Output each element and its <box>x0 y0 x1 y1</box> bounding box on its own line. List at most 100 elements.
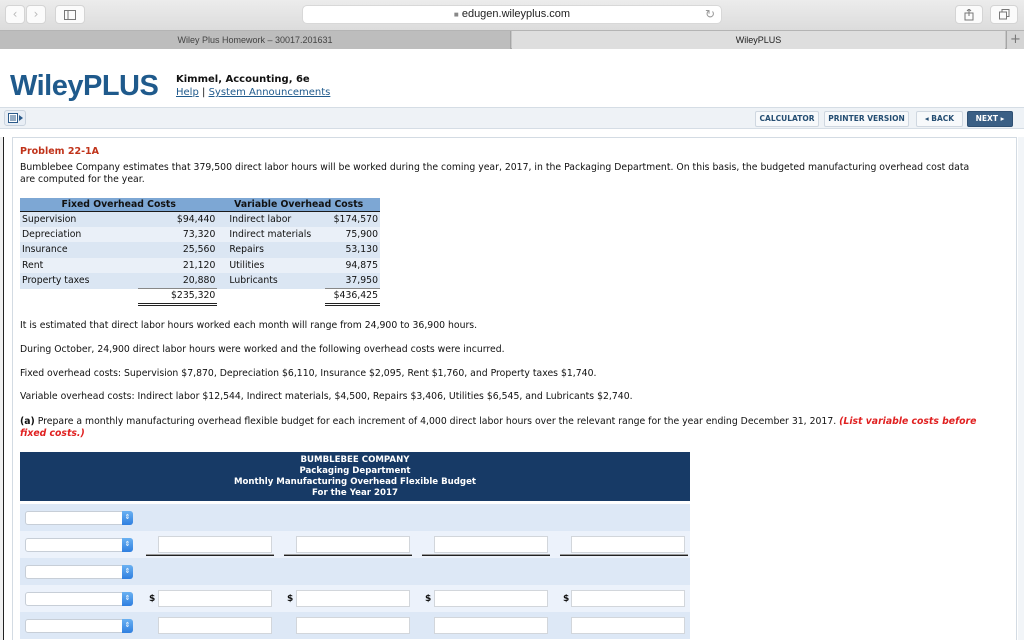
budget-row: ⇕ <box>20 558 690 585</box>
share-button[interactable] <box>955 5 983 24</box>
course-title: Kimmel, Accounting, 6e <box>176 74 310 85</box>
select-arrows-icon: ⇕ <box>122 511 133 525</box>
printer-version-button[interactable]: PRINTER VERSION <box>824 111 909 127</box>
line-item-select[interactable]: ⇕ <box>25 565 133 579</box>
underline <box>560 554 688 556</box>
url-text: edugen.wileyplus.com <box>461 8 571 20</box>
variable-costs-header: Variable Overhead Costs <box>217 198 380 212</box>
line-item-select[interactable]: ⇕ <box>25 538 133 552</box>
lock-icon: ■ <box>453 10 459 19</box>
table-row: Insurance 25,560 Repairs 53,130 <box>20 242 380 258</box>
calculator-button[interactable]: CALCULATOR <box>755 111 819 127</box>
variable-costs-paragraph: Variable overhead costs: Indirect labor … <box>20 391 633 402</box>
line-item-select[interactable]: ⇕ <box>25 592 133 606</box>
amount-input-1[interactable] <box>158 590 272 607</box>
hours-input-3[interactable] <box>434 536 548 553</box>
line-item-select[interactable]: ⇕ <box>25 511 133 525</box>
budget-period: For the Year 2017 <box>312 488 398 498</box>
variable-cost-name: Indirect labor <box>217 211 326 227</box>
budget-row: ⇕ $ $ $ $ <box>20 585 690 612</box>
amount-input-4[interactable] <box>571 590 685 607</box>
underline <box>284 554 412 556</box>
expand-panel-icon <box>8 113 23 123</box>
question-a: (a) Prepare a monthly manufacturing over… <box>20 416 1000 440</box>
fixed-cost-value: 20,880 <box>137 273 218 289</box>
chevron-left-icon: ‹ <box>12 7 18 21</box>
table-row: Supervision $94,440 Indirect labor $174,… <box>20 211 380 227</box>
amount-input-1[interactable] <box>158 617 272 634</box>
sidebar-icon <box>64 10 76 20</box>
variable-cost-name: Lubricants <box>217 273 326 289</box>
fixed-cost-name: Insurance <box>20 242 138 258</box>
budget-row: ⇕ <box>20 531 690 558</box>
budget-row: ⇕ <box>20 504 690 531</box>
select-arrows-icon: ⇕ <box>122 619 133 633</box>
hours-input-1[interactable] <box>158 536 272 553</box>
fixed-cost-name: Property taxes <box>20 273 138 289</box>
range-paragraph: It is estimated that direct labor hours … <box>20 320 478 331</box>
variable-cost-value: 53,130 <box>325 242 380 258</box>
new-tab-button[interactable]: + <box>1006 31 1024 49</box>
help-link[interactable]: Help <box>176 87 199 98</box>
table-row: Depreciation 73,320 Indirect materials 7… <box>20 226 380 242</box>
variable-cost-name: Repairs <box>217 242 326 258</box>
company-name: BUMBLEBEE COMPANY <box>300 455 410 465</box>
variable-cost-value: $174,570 <box>325 211 380 227</box>
back-nav-button[interactable]: ‹ <box>5 5 25 24</box>
system-announcements-link[interactable]: System Announcements <box>209 87 331 98</box>
overhead-cost-table: Fixed Overhead Costs Variable Overhead C… <box>20 198 380 306</box>
fixed-cost-value: 73,320 <box>137 226 218 242</box>
amount-input-4[interactable] <box>571 617 685 634</box>
budget-title: Monthly Manufacturing Overhead Flexible … <box>233 477 477 487</box>
tabs-overview-button[interactable] <box>990 5 1018 24</box>
forward-nav-button[interactable]: › <box>26 5 46 24</box>
back-button[interactable]: ◂ BACK <box>916 111 963 127</box>
currency-symbol: $ <box>425 594 432 604</box>
fixed-cost-total: $235,320 <box>137 288 218 306</box>
department-name: Packaging Department <box>299 466 411 476</box>
variable-cost-name: Utilities <box>217 257 326 273</box>
select-arrows-icon: ⇕ <box>122 565 133 579</box>
tab-bar: Wiley Plus Homework – 30017.201631 Wiley… <box>0 30 1024 49</box>
header-links: Help | System Announcements <box>176 87 330 98</box>
intro-line-1: Bumblebee Company estimates that 379,500… <box>20 162 970 173</box>
select-arrows-icon: ⇕ <box>122 538 133 552</box>
amount-input-3[interactable] <box>434 617 548 634</box>
variable-cost-value: 37,950 <box>325 273 380 289</box>
variable-cost-total: $436,425 <box>325 288 380 306</box>
fixed-costs-header: Fixed Overhead Costs <box>20 198 218 212</box>
intro-line-2: are computed for the year. <box>20 174 145 185</box>
problem-intro: Bumblebee Company estimates that 379,500… <box>20 162 1010 186</box>
question-text: Prepare a monthly manufacturing overhead… <box>34 416 840 427</box>
fixed-cost-value: 21,120 <box>137 257 218 273</box>
table-row: Rent 21,120 Utilities 94,875 <box>20 257 380 273</box>
assignment-toolbar: CALCULATOR PRINTER VERSION ◂ BACK NEXT ▸ <box>0 107 1024 129</box>
tab-wiley-homework[interactable]: Wiley Plus Homework – 30017.201631 <box>0 31 511 49</box>
hours-input-2[interactable] <box>296 536 410 553</box>
plus-icon: + <box>1010 32 1021 47</box>
budget-row: ⇕ <box>20 612 690 639</box>
share-icon <box>964 8 974 21</box>
reload-icon[interactable]: ↻ <box>705 7 715 21</box>
tab-wileyplus[interactable]: WileyPLUS <box>512 31 1005 49</box>
variable-cost-value: 94,875 <box>325 257 380 273</box>
variable-cost-name: Indirect materials <box>217 226 326 242</box>
sidebar-toggle-button[interactable] <box>55 5 85 24</box>
amount-input-3[interactable] <box>434 590 548 607</box>
address-bar[interactable]: ■ edugen.wileyplus.com ↻ <box>302 5 722 24</box>
select-arrows-icon: ⇕ <box>122 592 133 606</box>
question-label: (a) <box>20 416 35 427</box>
october-paragraph: During October, 24,900 direct labor hour… <box>20 344 505 355</box>
amount-input-2[interactable] <box>296 617 410 634</box>
expand-panel-button[interactable] <box>4 110 26 126</box>
amount-input-2[interactable] <box>296 590 410 607</box>
next-button[interactable]: NEXT ▸ <box>967 111 1013 127</box>
underline <box>422 554 550 556</box>
table-row: Property taxes 20,880 Lubricants 37,950 <box>20 273 380 289</box>
fixed-costs-paragraph: Fixed overhead costs: Supervision $7,870… <box>20 368 597 379</box>
currency-symbol: $ <box>563 594 570 604</box>
line-item-select[interactable]: ⇕ <box>25 619 133 633</box>
scrollbar-track[interactable] <box>1018 137 1024 640</box>
fixed-cost-name: Supervision <box>20 211 138 227</box>
hours-input-4[interactable] <box>571 536 685 553</box>
